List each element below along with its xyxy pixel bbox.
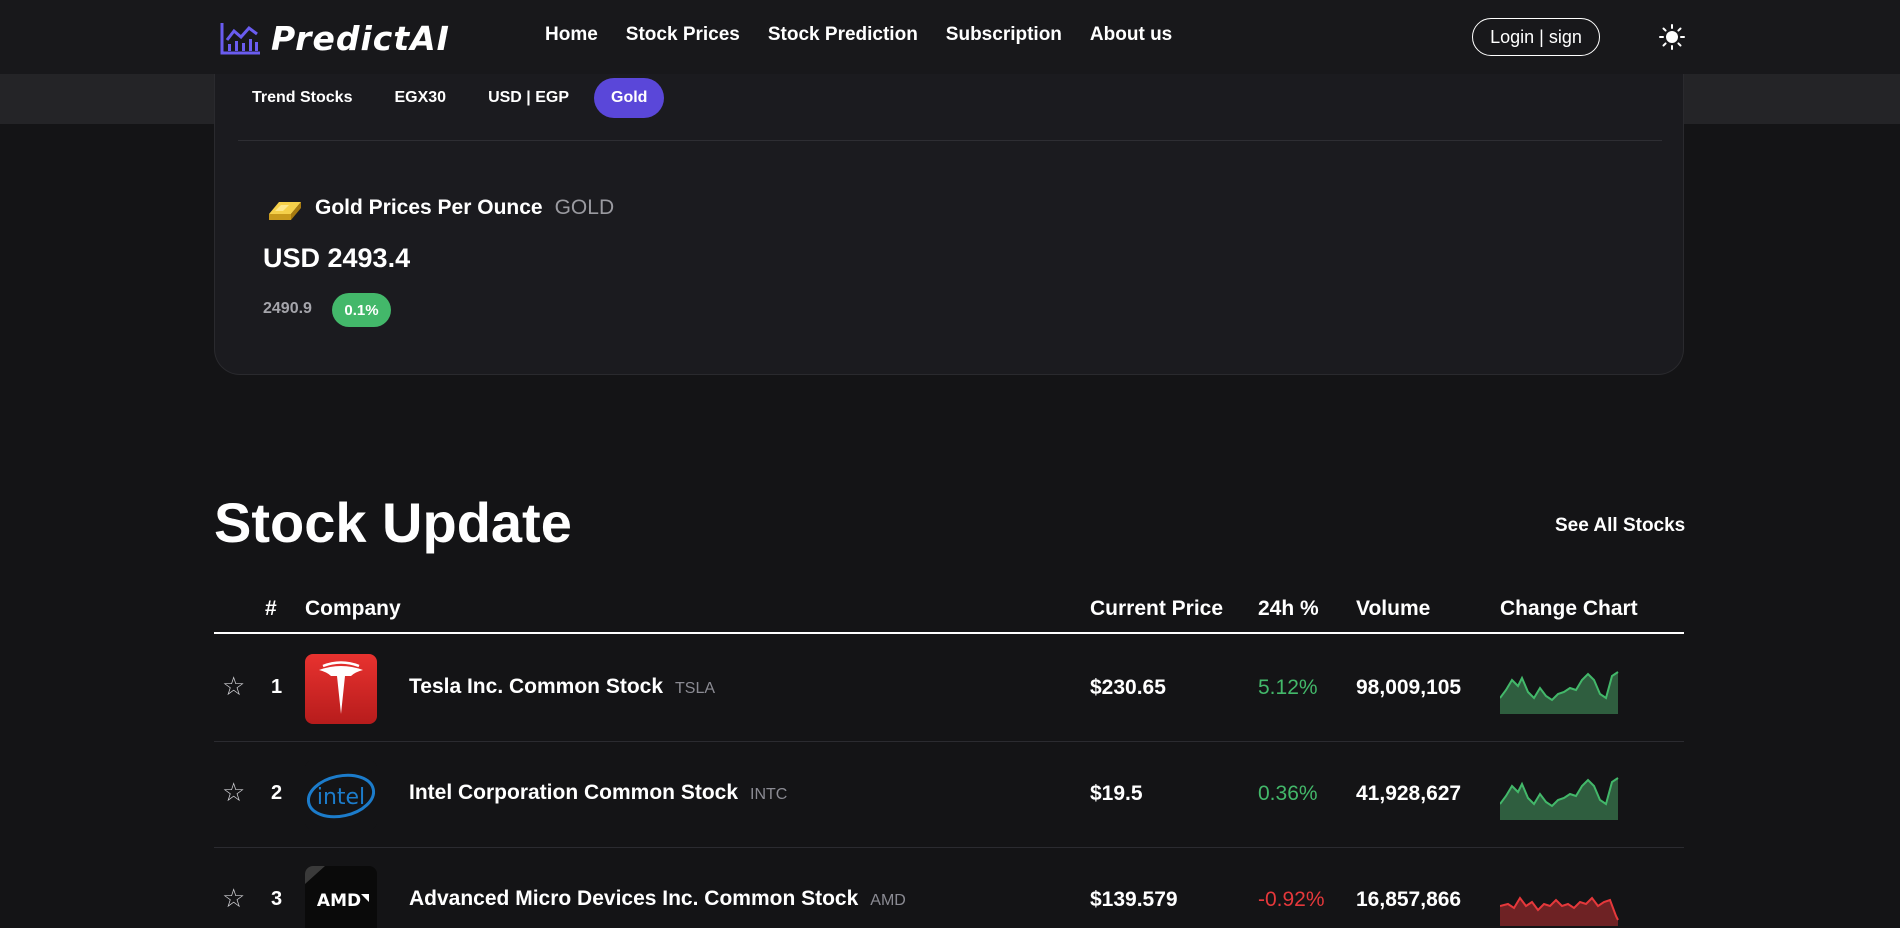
col-change: 24h %	[1258, 597, 1319, 620]
intel-logo: intel	[305, 760, 377, 830]
table-row[interactable]: ☆ 2 intel Intel Corporation Common Stock…	[214, 742, 1684, 848]
current-price: $230.65	[1090, 676, 1166, 699]
volume: 98,009,105	[1356, 676, 1462, 699]
chart-logo-icon	[220, 23, 260, 55]
sparkline-chart	[1500, 896, 1619, 926]
volume: 16,857,866	[1356, 888, 1462, 911]
col-rank: #	[265, 597, 277, 620]
gold-bar-icon	[269, 202, 301, 220]
sparkline-chart	[1500, 777, 1619, 820]
svg-text:intel: intel	[317, 785, 365, 810]
tesla-logo	[305, 654, 377, 724]
main-nav: Home Stock Prices Stock Prediction Subsc…	[545, 24, 1172, 46]
company-cell: Advanced Micro Devices Inc. Common Stock…	[409, 887, 906, 911]
ticker: AMD	[870, 892, 906, 909]
gold-price: USD 2493.4	[263, 243, 411, 273]
gold-symbol: GOLD	[554, 196, 615, 219]
login-button[interactable]: Login | sign	[1472, 18, 1600, 56]
col-volume: Volume	[1356, 597, 1431, 620]
nav-about-us[interactable]: About us	[1090, 24, 1172, 46]
tab-gold[interactable]: Gold	[594, 78, 665, 118]
section-title: Stock Update	[214, 491, 572, 554]
ticker: TSLA	[675, 680, 716, 697]
table-row[interactable]: ☆ 1 Tesla Inc. Common Stock TSLA $230.65…	[214, 636, 1684, 742]
col-price: Current Price	[1090, 597, 1224, 620]
company-cell: Intel Corporation Common Stock INTC	[409, 781, 787, 805]
change-percent: 0.36%	[1258, 782, 1318, 805]
svg-text:AMD: AMD	[317, 891, 361, 911]
star-icon[interactable]: ☆	[222, 884, 245, 914]
change-percent: 5.12%	[1258, 676, 1318, 699]
col-company: Company	[305, 597, 401, 620]
company-name[interactable]: Advanced Micro Devices Inc. Common Stock	[409, 887, 858, 911]
current-price: $19.5	[1090, 782, 1143, 805]
tab-usd-egp[interactable]: USD | EGP	[471, 78, 586, 118]
gold-previous-price: 2490.9	[263, 300, 312, 317]
star-icon[interactable]: ☆	[222, 672, 245, 702]
sparkline-chart	[1500, 671, 1619, 714]
market-tabs: Trend Stocks EGX30 USD | EGP Gold	[235, 78, 665, 118]
see-all-stocks-link[interactable]: See All Stocks	[1555, 515, 1685, 537]
company-name[interactable]: Tesla Inc. Common Stock	[409, 675, 663, 699]
brand-logo[interactable]: PredictAI	[219, 18, 450, 58]
table-row[interactable]: ☆ 3 AMD Advanced Micro Devices Inc. Comm…	[214, 848, 1684, 928]
volume: 41,928,627	[1356, 782, 1462, 805]
change-percent: -0.92%	[1258, 888, 1325, 911]
sun-icon[interactable]	[1659, 24, 1685, 50]
company-name[interactable]: Intel Corporation Common Stock	[409, 781, 738, 805]
gold-title-row: Gold Prices Per Ounce GOLD	[265, 192, 614, 224]
ticker: INTC	[750, 786, 788, 803]
table-header: # Company Current Price 24h % Volume Cha…	[214, 592, 1684, 634]
row-rank: 2	[271, 782, 283, 804]
brand-name: PredictAI	[271, 18, 450, 58]
nav-subscription[interactable]: Subscription	[946, 24, 1062, 46]
tab-trend-stocks[interactable]: Trend Stocks	[235, 78, 369, 118]
amd-logo: AMD	[305, 866, 377, 928]
top-header: PredictAI Home Stock Prices Stock Predic…	[0, 0, 1900, 74]
gold-title: Gold Prices Per Ounce	[315, 196, 543, 219]
tab-egx30[interactable]: EGX30	[377, 78, 463, 118]
nav-home[interactable]: Home	[545, 24, 598, 46]
row-rank: 1	[271, 676, 283, 698]
row-rank: 3	[271, 888, 283, 910]
current-price: $139.579	[1090, 888, 1178, 911]
nav-stock-prices[interactable]: Stock Prices	[626, 24, 740, 46]
gold-change-badge: 0.1%	[332, 293, 391, 327]
nav-stock-prediction[interactable]: Stock Prediction	[768, 24, 918, 46]
divider	[238, 140, 1662, 141]
market-card: Trend Stocks EGX30 USD | EGP Gold Gold P…	[214, 74, 1684, 375]
company-cell: Tesla Inc. Common Stock TSLA	[409, 675, 715, 699]
col-chart: Change Chart	[1500, 597, 1638, 620]
star-icon[interactable]: ☆	[222, 778, 245, 808]
